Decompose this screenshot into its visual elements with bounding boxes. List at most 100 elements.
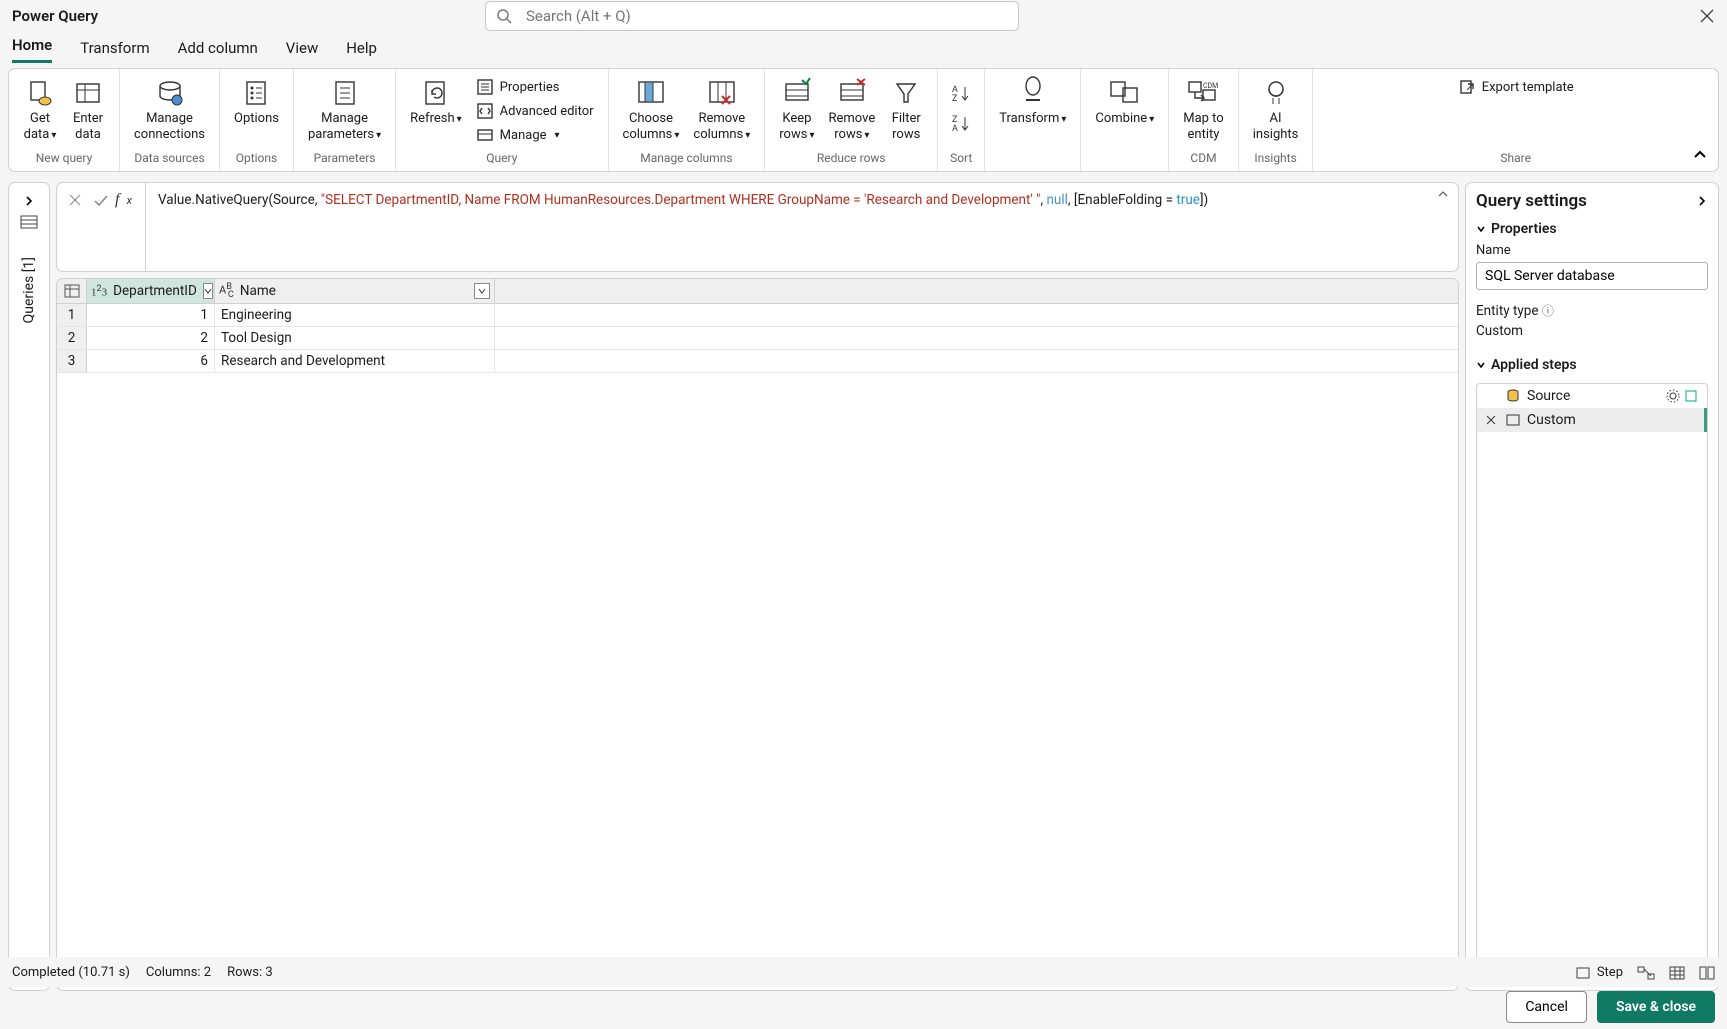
schema-view-button[interactable] — [1699, 966, 1715, 980]
column-filter-button[interactable] — [474, 283, 490, 299]
formula-true: true — [1176, 192, 1200, 208]
search-box[interactable] — [485, 1, 1019, 31]
diagram-icon — [1637, 966, 1655, 980]
ribbon-collapse-button[interactable] — [1688, 143, 1712, 167]
save-close-button[interactable]: Save & close — [1597, 991, 1715, 1023]
remove-cols-icon — [702, 75, 742, 111]
remove-rows-button[interactable]: Removerows▾ — [822, 75, 881, 144]
group-label: Reduce rows — [817, 147, 886, 171]
filter-rows-button[interactable]: Filterrows — [883, 75, 929, 143]
text-type-icon: ABC — [219, 282, 234, 300]
table-row[interactable]: 36Research and Development — [57, 350, 1458, 373]
formula-bar: fx Value.NativeQuery(Source, "SELECT Dep… — [56, 182, 1459, 272]
step-name: Custom — [1527, 412, 1698, 428]
cell-departmentid[interactable]: 2 — [87, 327, 215, 349]
ribbon-group: OptionsOptions — [220, 69, 294, 171]
applied-step-custom[interactable]: Custom — [1477, 408, 1707, 432]
step-settings-button[interactable] — [1666, 389, 1680, 403]
column-filter-button[interactable] — [203, 283, 213, 299]
column-header-departmentid[interactable]: 123 DepartmentID — [87, 279, 215, 303]
formula-collapse-button[interactable] — [1436, 187, 1450, 201]
chevron-down-icon — [1476, 224, 1486, 234]
queries-label[interactable]: Queries [1] — [21, 249, 37, 331]
choose-columns-button[interactable]: Choosecolumns▾ — [617, 75, 686, 144]
tab-help[interactable]: Help — [346, 39, 377, 63]
properties-section-header[interactable]: Properties — [1476, 221, 1708, 237]
row-number[interactable]: 2 — [57, 327, 87, 349]
group-label: Insights — [1254, 147, 1296, 171]
tab-view[interactable]: View — [286, 39, 318, 63]
refresh-icon — [419, 75, 453, 111]
tab-home[interactable]: Home — [12, 36, 52, 63]
chevron-down-icon — [204, 287, 212, 295]
check-icon — [93, 193, 109, 207]
column-name: DepartmentID — [113, 283, 197, 299]
dialog-footer: Cancel Save & close — [1506, 991, 1715, 1023]
sort-desc-button[interactable]: ZA — [946, 111, 976, 135]
cell-departmentid[interactable]: 1 — [87, 304, 215, 326]
diagram-view-button[interactable] — [1637, 966, 1655, 980]
formula-accept-button[interactable] — [89, 189, 113, 211]
choose-cols-icon — [631, 75, 671, 111]
name-label: Name — [1476, 243, 1708, 258]
advanced-editor-button[interactable]: Advanced editor — [470, 99, 600, 123]
delete-step-button[interactable] — [1483, 415, 1499, 425]
info-icon[interactable]: ⓘ — [1542, 304, 1554, 318]
grid-view-button[interactable] — [1669, 966, 1685, 980]
manage-button[interactable]: Manage▾ — [470, 123, 600, 147]
options-button[interactable]: Options — [228, 75, 285, 127]
query-name-input[interactable] — [1476, 262, 1708, 290]
cell-name[interactable]: Engineering — [215, 304, 495, 326]
applied-step-source[interactable]: Source — [1477, 384, 1707, 408]
grid-select-all[interactable] — [57, 279, 87, 303]
cell-departmentid[interactable]: 6 — [87, 350, 215, 372]
formula-cancel-button[interactable] — [63, 189, 87, 211]
remove-columns-button[interactable]: Removecolumns▾ — [687, 75, 756, 144]
settings-expand-button[interactable] — [1696, 195, 1708, 207]
properties-button[interactable]: Properties — [470, 75, 600, 99]
step-indicator[interactable]: Step — [1575, 965, 1623, 980]
get-data-button[interactable]: Getdata▾ — [17, 75, 63, 144]
map-to-entity-button[interactable]: CDMMap toentity — [1177, 75, 1230, 143]
cancel-button[interactable]: Cancel — [1506, 991, 1587, 1023]
ribbon: Getdata▾EnterdataNew queryManageconnecti… — [8, 68, 1719, 172]
ribbon-group: AIinsights Insights — [1239, 69, 1314, 171]
manage-connections-button[interactable]: Manageconnections — [128, 75, 211, 143]
cell-name[interactable]: Research and Development — [215, 350, 495, 372]
data-preview-grid[interactable]: 123 DepartmentID ABC Name 11Engineering2… — [56, 278, 1459, 991]
transform-button[interactable]: Transform▾ — [993, 75, 1072, 128]
formula-fx-label: fx — [115, 189, 139, 211]
column-name: Name — [240, 283, 276, 299]
applied-steps-header[interactable]: Applied steps — [1476, 357, 1708, 373]
queries-expand-button[interactable] — [17, 191, 41, 211]
table-row[interactable]: 22Tool Design — [57, 327, 1458, 350]
keep-rows-button[interactable]: Keeprows▾ — [773, 75, 820, 144]
app-title: Power Query — [12, 7, 98, 25]
formula-text: , [EnableFolding = — [1068, 192, 1176, 208]
export-template-button[interactable]: Export template — [1452, 75, 1580, 99]
refresh-button[interactable]: Refresh▾ — [404, 75, 468, 128]
tab-add-column[interactable]: Add column — [178, 39, 258, 63]
search-input[interactable] — [524, 6, 1008, 26]
grid-icon — [1669, 966, 1685, 980]
options-icon — [239, 75, 273, 111]
ai-insights-button[interactable]: AIinsights — [1247, 75, 1305, 143]
step-extra-button[interactable] — [1684, 389, 1698, 403]
enter-data-button[interactable]: Enterdata — [65, 75, 111, 143]
formula-input[interactable]: Value.NativeQuery(Source, "SELECT Depart… — [146, 182, 1459, 272]
title-bar: Power Query — [0, 0, 1727, 32]
row-number[interactable]: 3 — [57, 350, 87, 372]
table-row[interactable]: 11Engineering — [57, 304, 1458, 327]
manage-parameters-button[interactable]: Manageparameters▾ — [302, 75, 387, 144]
window-close-button[interactable] — [1695, 4, 1719, 28]
tab-transform[interactable]: Transform — [80, 39, 149, 63]
connections-icon — [153, 75, 187, 111]
column-header-name[interactable]: ABC Name — [215, 279, 495, 303]
row-number[interactable]: 1 — [57, 304, 87, 326]
cell-name[interactable]: Tool Design — [215, 327, 495, 349]
sort-asc-button[interactable]: AZ — [946, 81, 976, 105]
combine-button[interactable]: Combine▾ — [1089, 75, 1160, 128]
group-label: Query — [486, 147, 517, 171]
ribbon-group: CDMMap toentityCDM — [1169, 69, 1239, 171]
chevron-up-icon — [1692, 147, 1708, 163]
